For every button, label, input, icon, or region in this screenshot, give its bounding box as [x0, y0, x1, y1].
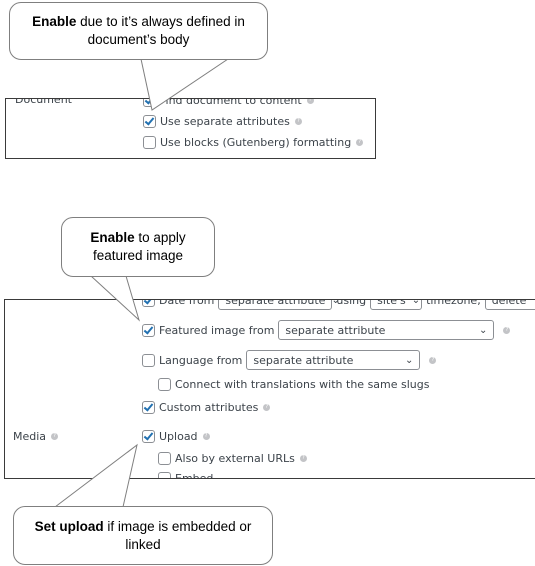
callout-2-bold: Enable	[90, 230, 135, 245]
callout-pointers	[53, 58, 230, 508]
callout-1-pointer	[140, 58, 230, 111]
callout-1-text: due to it’s always defined in document’s…	[76, 14, 245, 47]
callout-3-pointer	[53, 443, 138, 508]
callout-3-text: if image is embedded or linked	[103, 518, 252, 552]
callout-2-pointer	[89, 275, 140, 322]
callout-enable-document: Enable due to it’s always defined in doc…	[9, 2, 268, 60]
callout-set-upload: Set upload if image is embedded or linke…	[13, 506, 273, 565]
callout-enable-featured-image: Enable to apply featured image	[61, 217, 215, 277]
callout-1-bold: Enable	[32, 14, 77, 29]
callout-3-bold: Set upload	[34, 518, 104, 534]
